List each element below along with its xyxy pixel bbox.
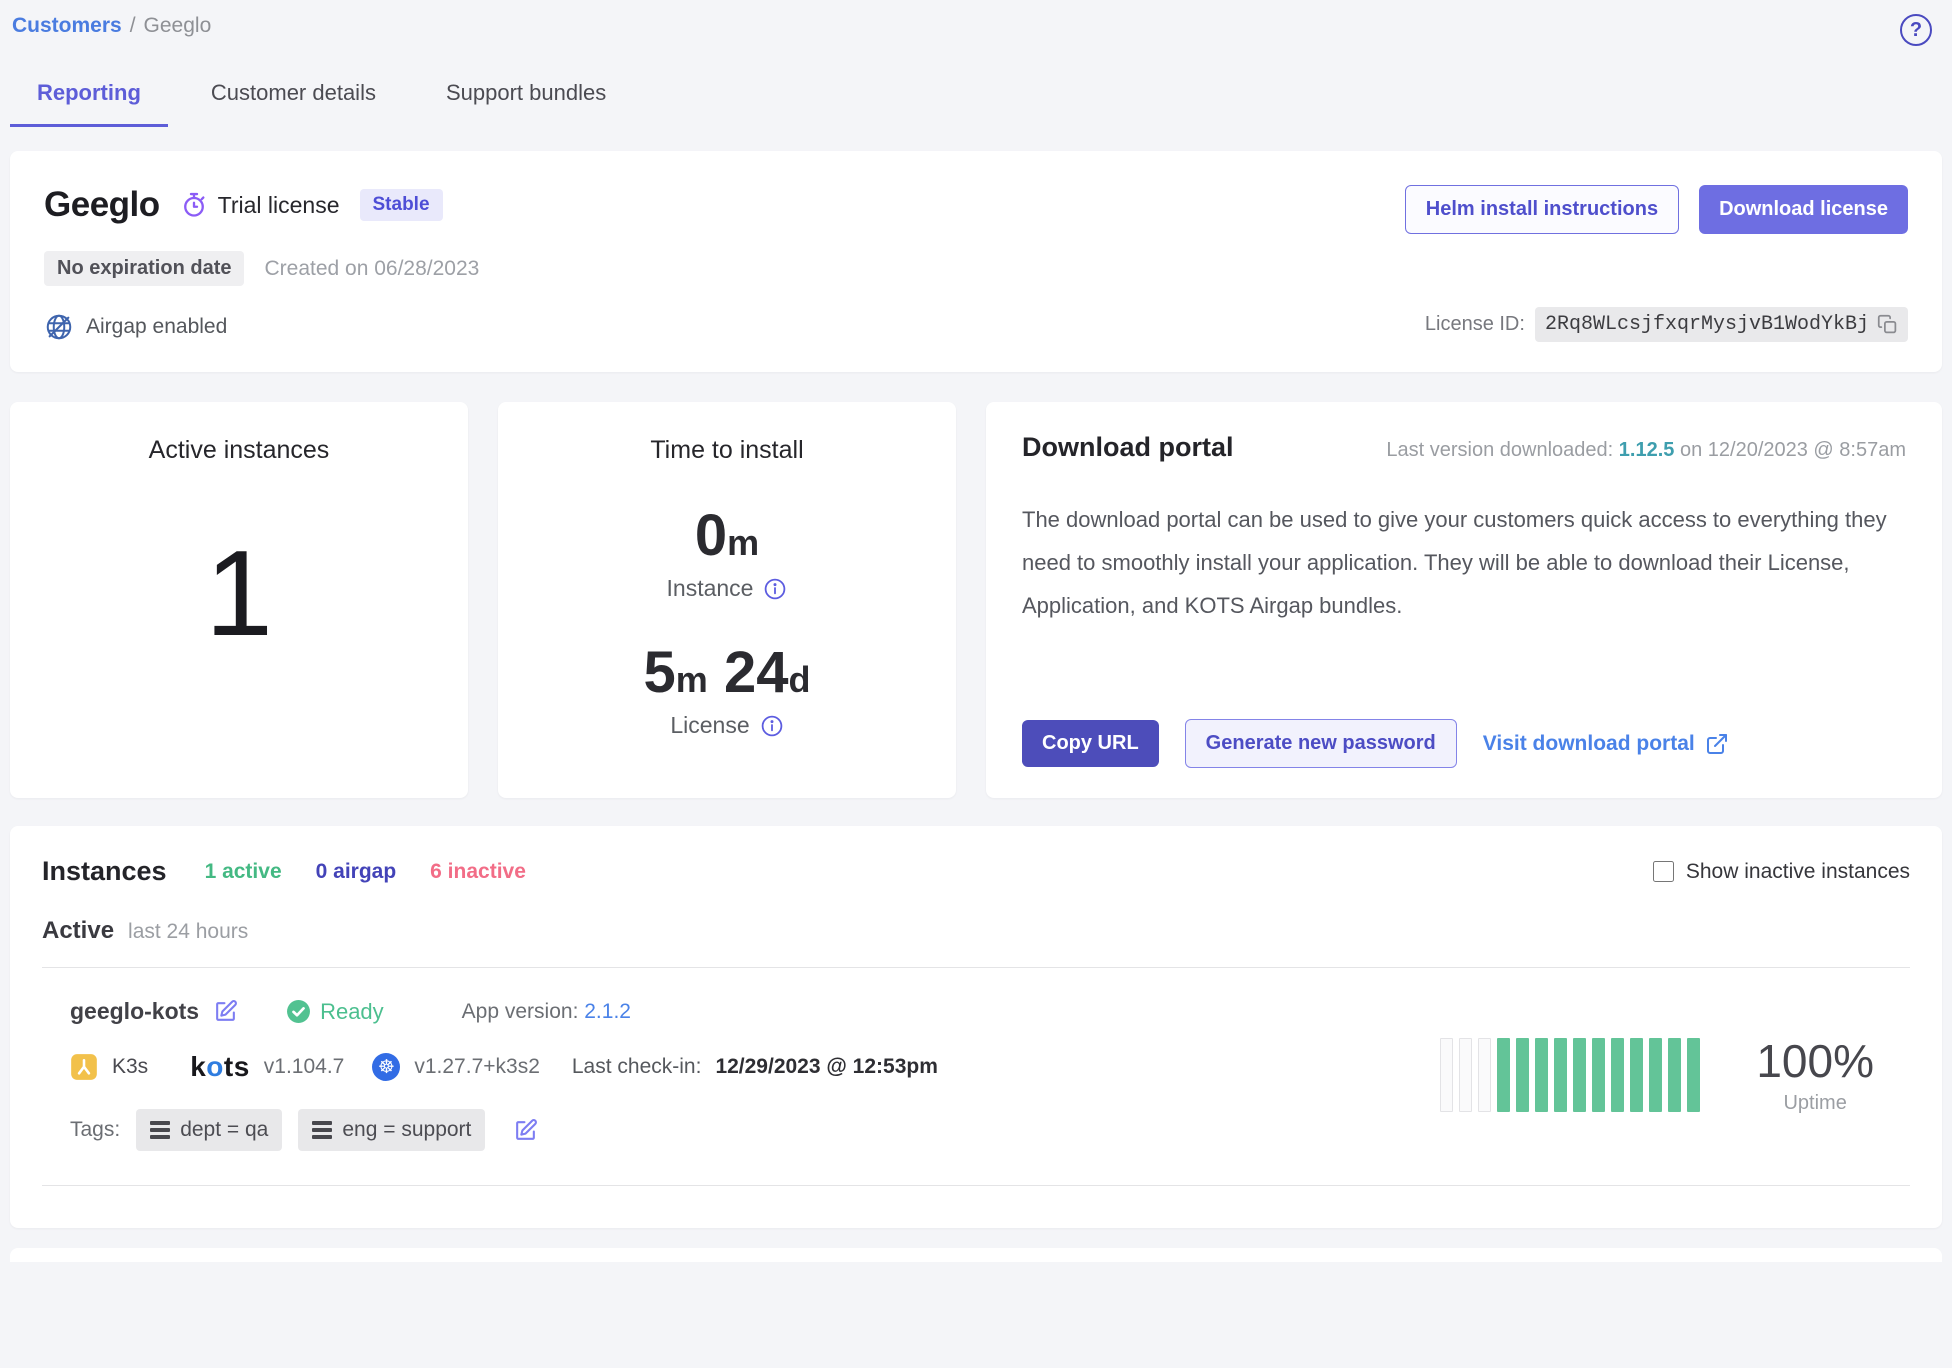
header-row: Customers / Geeglo ? (10, 14, 1942, 46)
visit-download-portal-link[interactable]: Visit download portal (1483, 732, 1729, 756)
download-license-button[interactable]: Download license (1699, 185, 1908, 234)
license-time-label: License (670, 712, 749, 739)
breadcrumb-customers-link[interactable]: Customers (12, 14, 122, 38)
tag-chip: eng = support (298, 1109, 485, 1151)
airgap-status: Airgap enabled (44, 312, 479, 342)
copy-license-id-icon[interactable] (1877, 314, 1898, 335)
uptime-bar-chart (1440, 1038, 1700, 1112)
license-summary-card: Geeglo Trial license Stable (10, 151, 1942, 372)
tag-chip: dept = qa (136, 1109, 282, 1151)
instance-install-time: 0m (667, 507, 788, 565)
app-version: App version: 2.1.2 (462, 1000, 631, 1024)
tab-support-bundles[interactable]: Support bundles (419, 80, 633, 127)
kots-logo: kots (190, 1051, 250, 1083)
show-inactive-toggle[interactable]: Show inactive instances (1653, 860, 1910, 884)
show-inactive-label: Show inactive instances (1686, 860, 1910, 884)
copy-url-button[interactable]: Copy URL (1022, 720, 1159, 767)
time-to-install-card: Time to install 0m Instance (498, 402, 956, 798)
tags-label: Tags: (70, 1118, 120, 1142)
tab-reporting[interactable]: Reporting (10, 80, 168, 127)
license-install-time: 5m 24d (644, 644, 811, 702)
last-version-link[interactable]: 1.12.5 (1619, 439, 1675, 461)
last-version-downloaded: Last version downloaded: 1.12.5 on 12/20… (1386, 439, 1906, 462)
instance-name: geeglo-kots (70, 998, 199, 1025)
active-section-sublabel: last 24 hours (128, 920, 248, 944)
uptime-bar-up (1592, 1038, 1605, 1112)
external-link-icon (1705, 732, 1729, 756)
breadcrumb-current: Geeglo (144, 14, 212, 38)
instance-row: geeglo-kots (42, 968, 1910, 1185)
uptime-bar-up (1668, 1038, 1681, 1112)
download-portal-description: The download portal can be used to give … (1022, 499, 1892, 628)
tag-icon (150, 1121, 170, 1139)
ready-check-icon (286, 999, 311, 1024)
uptime-bar-up (1535, 1038, 1548, 1112)
customer-reporting-page: Customers / Geeglo ? Reporting Customer … (0, 0, 1952, 1262)
generate-new-password-button[interactable]: Generate new password (1185, 719, 1457, 768)
last-checkin-label: Last check-in: (572, 1055, 702, 1079)
k3s-icon (70, 1053, 98, 1081)
license-id-label: License ID: (1425, 313, 1525, 336)
help-icon[interactable]: ? (1900, 14, 1932, 46)
uptime-bar-up (1497, 1038, 1510, 1112)
uptime-bar-empty (1459, 1038, 1472, 1112)
airgap-globe-icon (44, 312, 74, 342)
kubernetes-icon: ☸ (372, 1053, 400, 1081)
edit-tags-icon[interactable] (513, 1118, 538, 1143)
trial-timer-icon (180, 191, 208, 219)
download-portal-title: Download portal (1022, 432, 1234, 463)
active-instances-title: Active instances (149, 436, 330, 465)
uptime-bar-empty (1440, 1038, 1453, 1112)
license-type: Trial license (180, 191, 340, 219)
tab-bar: Reporting Customer details Support bundl… (10, 80, 1942, 127)
uptime-bar-up (1516, 1038, 1529, 1112)
instances-card: Instances 1 active 0 airgap 6 inactive S… (10, 826, 1942, 1228)
uptime-label: Uptime (1756, 1092, 1874, 1115)
instance-status: Ready (286, 999, 384, 1025)
customer-name: Geeglo (44, 185, 160, 225)
active-instances-card: Active instances 1 (10, 402, 468, 798)
instances-title: Instances (42, 856, 167, 887)
uptime-bar-up (1611, 1038, 1624, 1112)
distribution-name: K3s (112, 1055, 148, 1079)
last-checkin-value: 12/29/2023 @ 12:53pm (715, 1055, 937, 1079)
download-portal-card: Download portal Last version downloaded:… (986, 402, 1942, 798)
kots-version: v1.104.7 (264, 1055, 345, 1079)
uptime-bar-up (1649, 1038, 1662, 1112)
uptime-section: 100% Uptime (1440, 1034, 1892, 1115)
active-count[interactable]: 1 active (205, 860, 282, 884)
uptime-bar-up (1630, 1038, 1643, 1112)
instance-time-info-icon[interactable] (763, 577, 787, 601)
breadcrumb-separator: / (130, 14, 136, 38)
license-time-info-icon[interactable] (760, 714, 784, 738)
next-card-partial (10, 1248, 1942, 1262)
uptime-bar-empty (1478, 1038, 1491, 1112)
active-instances-value: 1 (205, 523, 273, 663)
time-to-install-title: Time to install (650, 436, 803, 465)
uptime-percent: 100% (1756, 1034, 1874, 1088)
channel-badge: Stable (360, 189, 443, 221)
airgap-count[interactable]: 0 airgap (316, 860, 397, 884)
instance-time-label: Instance (667, 575, 754, 602)
app-version-link[interactable]: 2.1.2 (584, 1000, 631, 1023)
uptime-bar-up (1687, 1038, 1700, 1112)
uptime-bar-up (1554, 1038, 1567, 1112)
uptime-bar-up (1573, 1038, 1586, 1112)
show-inactive-checkbox[interactable] (1653, 861, 1674, 882)
helm-install-instructions-button[interactable]: Helm install instructions (1405, 185, 1679, 234)
edit-instance-name-icon[interactable] (213, 999, 238, 1024)
created-date-text: Created on 06/28/2023 (264, 257, 479, 281)
breadcrumb: Customers / Geeglo (12, 14, 211, 38)
k8s-version: v1.27.7+k3s2 (414, 1055, 540, 1079)
inactive-count[interactable]: 6 inactive (430, 860, 526, 884)
license-id-value: 2Rq8WLcsjfxqrMysjvB1WodYkBj (1545, 313, 1869, 336)
license-id-row: License ID: 2Rq8WLcsjfxqrMysjvB1WodYkBj (1425, 307, 1908, 342)
tag-icon (312, 1121, 332, 1139)
expiration-badge: No expiration date (44, 251, 244, 286)
license-id-chip: 2Rq8WLcsjfxqrMysjvB1WodYkBj (1535, 307, 1908, 342)
tab-customer-details[interactable]: Customer details (184, 80, 403, 127)
active-section-label: Active (42, 917, 114, 945)
